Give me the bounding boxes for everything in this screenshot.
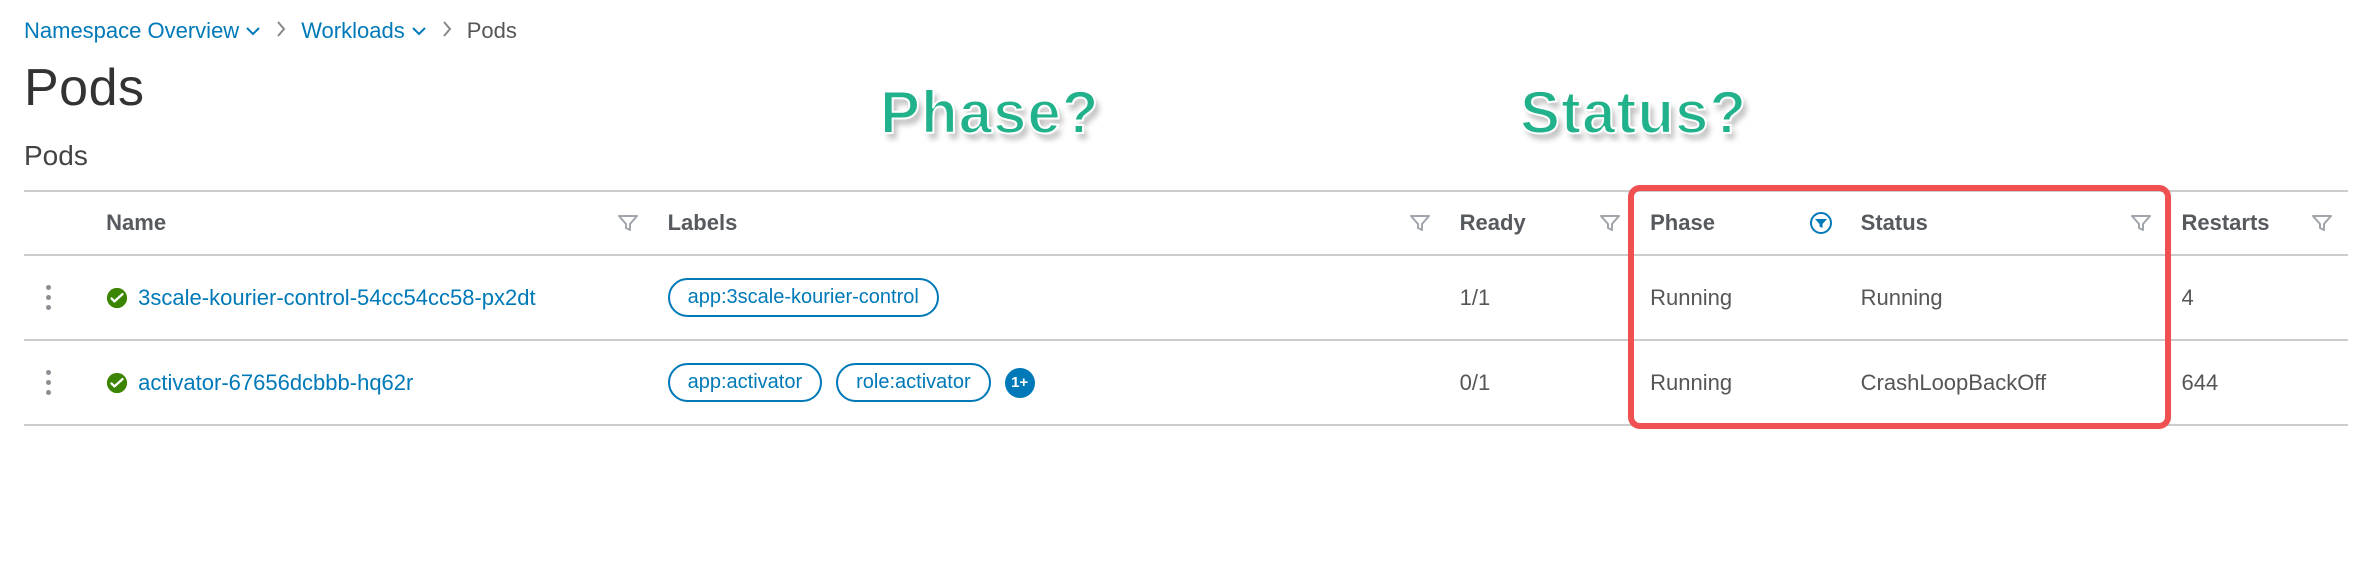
table-row: 3scale-kourier-control-54cc54cc58-px2dt a… bbox=[24, 255, 2348, 340]
status-cell: CrashLoopBackOff bbox=[1847, 340, 2168, 425]
column-header-restarts[interactable]: Restarts bbox=[2167, 191, 2348, 255]
ready-cell: 1/1 bbox=[1446, 255, 1636, 340]
check-circle-icon bbox=[106, 287, 128, 309]
label-chip[interactable]: app:activator bbox=[668, 363, 823, 402]
column-label: Phase bbox=[1650, 210, 1715, 236]
column-header-phase[interactable]: Phase bbox=[1636, 191, 1847, 255]
filter-icon[interactable] bbox=[2310, 211, 2334, 235]
breadcrumb-label: Workloads bbox=[301, 18, 405, 44]
pods-table: Name Labels Re bbox=[24, 190, 2348, 426]
column-header-ready[interactable]: Ready bbox=[1446, 191, 1636, 255]
chevron-down-icon bbox=[245, 23, 261, 42]
column-header-status[interactable]: Status bbox=[1847, 191, 2168, 255]
breadcrumb: Namespace Overview Workloads Pods bbox=[24, 18, 2348, 44]
restarts-cell: 4 bbox=[2167, 255, 2348, 340]
column-label: Ready bbox=[1460, 210, 1526, 236]
column-header-name[interactable]: Name bbox=[92, 191, 653, 255]
section-title: Pods bbox=[24, 140, 2348, 172]
pod-link[interactable]: activator-67656dcbbb-hq62r bbox=[138, 368, 413, 398]
column-header-menu bbox=[24, 191, 92, 255]
filter-icon[interactable] bbox=[2129, 211, 2153, 235]
ready-cell: 0/1 bbox=[1446, 340, 1636, 425]
chevron-down-icon bbox=[411, 23, 427, 42]
breadcrumb-separator bbox=[275, 18, 287, 44]
column-label: Name bbox=[106, 210, 166, 236]
filter-icon[interactable] bbox=[1598, 211, 1622, 235]
filter-icon[interactable] bbox=[1408, 211, 1432, 235]
filter-active-icon[interactable] bbox=[1809, 211, 1833, 235]
row-actions-button[interactable] bbox=[38, 370, 58, 395]
filter-icon[interactable] bbox=[616, 211, 640, 235]
breadcrumb-workloads[interactable]: Workloads bbox=[301, 18, 427, 44]
page-title: Pods bbox=[24, 58, 2348, 118]
breadcrumb-separator bbox=[441, 18, 453, 44]
column-header-labels[interactable]: Labels bbox=[654, 191, 1446, 255]
column-label: Restarts bbox=[2181, 210, 2269, 236]
table-row: activator-67656dcbbb-hq62r app:activator r… bbox=[24, 340, 2348, 425]
status-cell: Running bbox=[1847, 255, 2168, 340]
phase-cell: Running bbox=[1636, 255, 1847, 340]
label-chip[interactable]: role:activator bbox=[836, 363, 991, 402]
column-label: Status bbox=[1861, 210, 1928, 236]
column-label: Labels bbox=[668, 210, 738, 236]
phase-cell: Running bbox=[1636, 340, 1847, 425]
breadcrumb-current: Pods bbox=[467, 18, 517, 44]
more-labels-badge[interactable]: 1+ bbox=[1005, 368, 1035, 398]
breadcrumb-label: Namespace Overview bbox=[24, 18, 239, 44]
restarts-cell: 644 bbox=[2167, 340, 2348, 425]
label-chip[interactable]: app:3scale-kourier-control bbox=[668, 278, 939, 317]
row-actions-button[interactable] bbox=[38, 285, 58, 310]
check-circle-icon bbox=[106, 372, 128, 394]
pod-link[interactable]: 3scale-kourier-control-54cc54cc58-px2dt bbox=[138, 283, 535, 313]
breadcrumb-namespace-overview[interactable]: Namespace Overview bbox=[24, 18, 261, 44]
